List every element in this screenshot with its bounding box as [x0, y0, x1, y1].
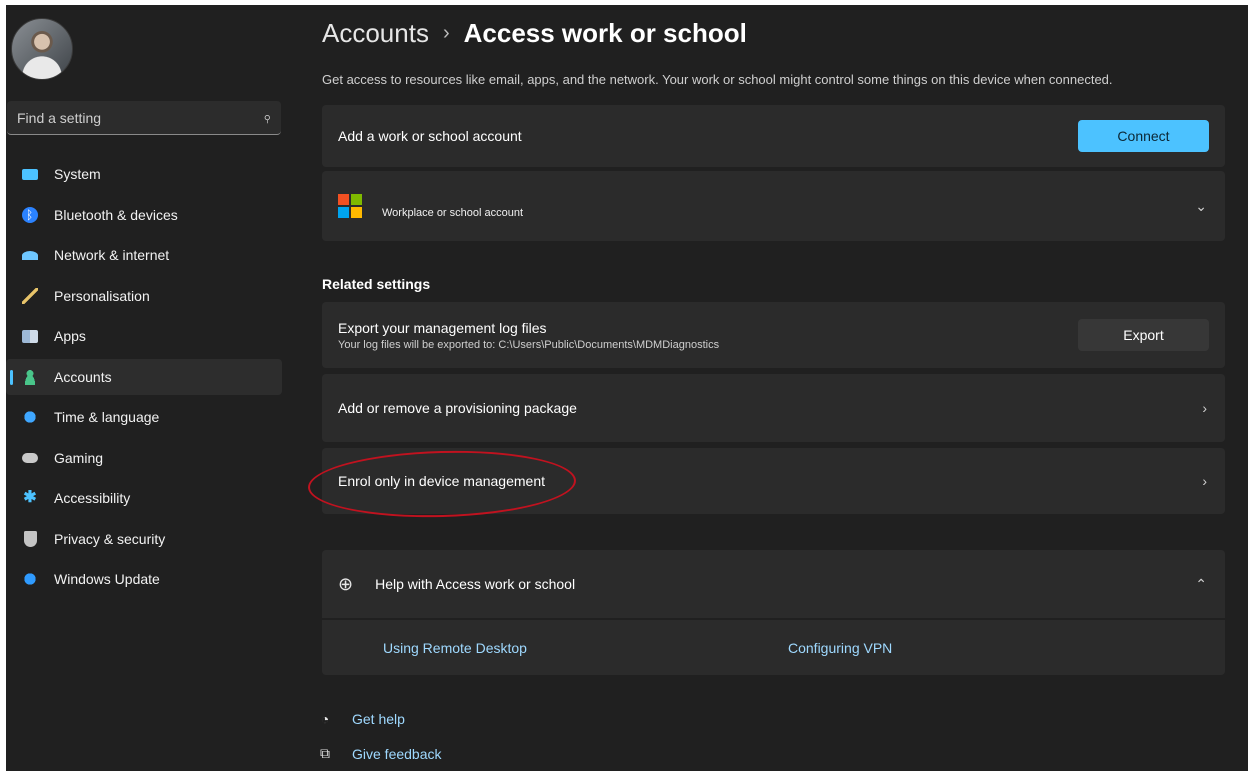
- search-input[interactable]: Find a setting ⌕: [7, 101, 281, 135]
- give-feedback-label: Give feedback: [352, 745, 442, 762]
- sidebar-item-label: Time & language: [54, 409, 160, 425]
- give-feedback-link[interactable]: ⧉ Give feedback: [316, 745, 442, 762]
- workplace-account-card[interactable]: Workplace or school account ⌄: [322, 171, 1225, 241]
- export-logs-path: Your log files will be exported to: C:\U…: [338, 338, 720, 351]
- breadcrumb-current: Access work or school: [463, 18, 747, 48]
- export-logs-text: Export your management log files Your lo…: [338, 320, 719, 351]
- sidebar-item-label: Gaming: [54, 449, 104, 466]
- accessibility-icon: ✱: [23, 489, 37, 506]
- help-icon: ◔: [320, 711, 330, 727]
- bluetooth-icon: [22, 206, 38, 223]
- add-account-label: Add a work or school account: [338, 128, 522, 144]
- feedback-icon: ⧉: [320, 745, 330, 761]
- chevron-right-icon: ›: [1202, 473, 1207, 489]
- export-logs-label: Export your management log files: [338, 319, 547, 336]
- sidebar-item-label: System: [54, 166, 101, 182]
- sidebar-item-apps[interactable]: Apps: [6, 318, 282, 354]
- brush-icon: [22, 287, 38, 304]
- controller-icon: [22, 452, 38, 463]
- sidebar-item-accounts[interactable]: Accounts: [6, 358, 282, 395]
- user-avatar[interactable]: [11, 18, 73, 80]
- sidebar-item-windows-update[interactable]: Windows Update: [6, 561, 282, 597]
- breadcrumb-parent[interactable]: Accounts: [322, 18, 429, 48]
- sidebar-nav: System Bluetooth & devices Network & int…: [6, 156, 282, 602]
- shield-icon: [24, 530, 37, 547]
- add-account-card: Add a work or school account Connect: [322, 105, 1225, 167]
- system-icon: [22, 169, 38, 180]
- sidebar-item-label: Accounts: [54, 368, 112, 385]
- settings-window: Find a setting ⌕ System Bluetooth & devi…: [6, 5, 1248, 771]
- sidebar-item-accessibility[interactable]: ✱ Accessibility: [6, 480, 282, 516]
- chevron-down-icon[interactable]: ⌄: [1195, 198, 1207, 215]
- sidebar-item-network[interactable]: Network & internet: [6, 237, 282, 273]
- selection-indicator: [10, 369, 13, 385]
- person-icon: [22, 368, 38, 385]
- related-settings-heading: Related settings: [322, 276, 431, 292]
- workplace-account-label: Workplace or school account: [382, 207, 524, 219]
- search-icon[interactable]: ⌕: [258, 109, 276, 127]
- globe-clock-icon: [22, 409, 38, 425]
- sidebar-item-time-language[interactable]: Time & language: [6, 399, 282, 435]
- microsoft-logo-icon: [338, 194, 362, 218]
- help-title-group: ⊕ Help with Access work or school: [338, 574, 575, 595]
- remote-desktop-link[interactable]: Using Remote Desktop: [383, 640, 527, 656]
- provisioning-package-label: Add or remove a provisioning package: [338, 400, 577, 416]
- wifi-icon: [22, 251, 38, 260]
- export-button[interactable]: Export: [1078, 319, 1209, 351]
- export-logs-card: Export your management log files Your lo…: [322, 302, 1225, 368]
- workplace-account-info: Workplace or school account: [338, 193, 523, 219]
- apps-icon: [22, 330, 38, 343]
- sidebar-item-label: Windows Update: [54, 571, 160, 587]
- page-description: Get access to resources like email, apps…: [322, 72, 1113, 87]
- update-icon: [22, 571, 38, 587]
- get-help-label: Get help: [352, 711, 405, 727]
- globe-icon: ⊕: [338, 573, 354, 594]
- page-title: Accounts › Access work or school: [322, 18, 747, 49]
- sidebar-item-personalisation[interactable]: Personalisation: [6, 278, 282, 314]
- get-help-link[interactable]: ◔ Get help: [316, 711, 405, 727]
- chevron-right-icon: ›: [1202, 400, 1207, 416]
- help-section-body: Using Remote Desktop Configuring VPN: [322, 620, 1225, 675]
- help-title: Help with Access work or school: [375, 576, 576, 592]
- sidebar-item-label: Apps: [54, 328, 86, 344]
- sidebar-item-label: Privacy & security: [54, 530, 166, 547]
- sidebar-item-label: Network & internet: [54, 247, 170, 263]
- sidebar-item-bluetooth[interactable]: Bluetooth & devices: [6, 197, 282, 233]
- sidebar-item-label: Personalisation: [54, 287, 150, 304]
- configuring-vpn-link[interactable]: Configuring VPN: [788, 640, 892, 656]
- breadcrumb-separator: ›: [442, 22, 450, 44]
- search-placeholder: Find a setting: [17, 109, 102, 126]
- sidebar-item-gaming[interactable]: Gaming: [6, 440, 282, 476]
- connect-button[interactable]: Connect: [1078, 120, 1209, 152]
- help-section-header[interactable]: ⊕ Help with Access work or school ⌃: [322, 550, 1225, 618]
- sidebar-item-label: Accessibility: [54, 490, 131, 506]
- sidebar-item-privacy[interactable]: Privacy & security: [6, 521, 282, 557]
- chevron-up-icon[interactable]: ⌃: [1195, 576, 1207, 593]
- provisioning-package-card[interactable]: Add or remove a provisioning package ›: [322, 374, 1225, 442]
- sidebar-item-system[interactable]: System: [6, 156, 282, 192]
- sidebar-item-label: Bluetooth & devices: [54, 206, 178, 223]
